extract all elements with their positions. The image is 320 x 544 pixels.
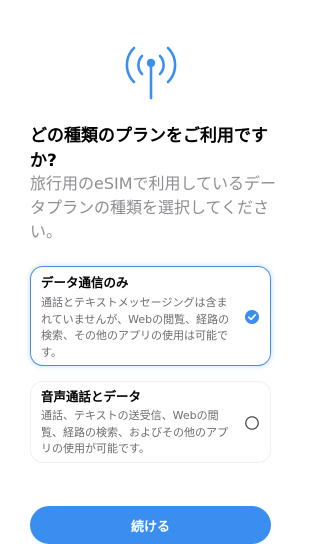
page-subtitle: 旅行用のeSIMで利用しているデータプランの種類を選択してください。 <box>30 174 277 241</box>
plan-option-description: 通話とテキストメッセージングは含まれていませんが、Webの閲覧、経路の検索、その… <box>41 296 230 359</box>
plan-option-title: 音声通話とデータ <box>41 389 142 404</box>
plan-option-title: データ通信のみ <box>41 275 129 290</box>
plan-option-description: 通話、テキストの送受信、Webの閲覧、経路の検索、およびその他のアプリの使用が可… <box>41 409 228 455</box>
antenna-signal-icon <box>0 30 301 100</box>
empty-circle-icon <box>245 416 259 430</box>
plan-option-voice-and-data[interactable]: 音声通話とデータ 通話、テキストの送受信、Webの閲覧、経路の検索、およびその他… <box>30 381 271 463</box>
page-title: どの種類のプランをご利用ですか? <box>30 126 268 171</box>
checkmark-circle-icon <box>245 310 259 324</box>
plan-option-data-only[interactable]: データ通信のみ 通話とテキストメッセージングは含まれていませんが、Webの閲覧、… <box>30 266 271 366</box>
continue-button[interactable]: 続ける <box>30 506 271 544</box>
